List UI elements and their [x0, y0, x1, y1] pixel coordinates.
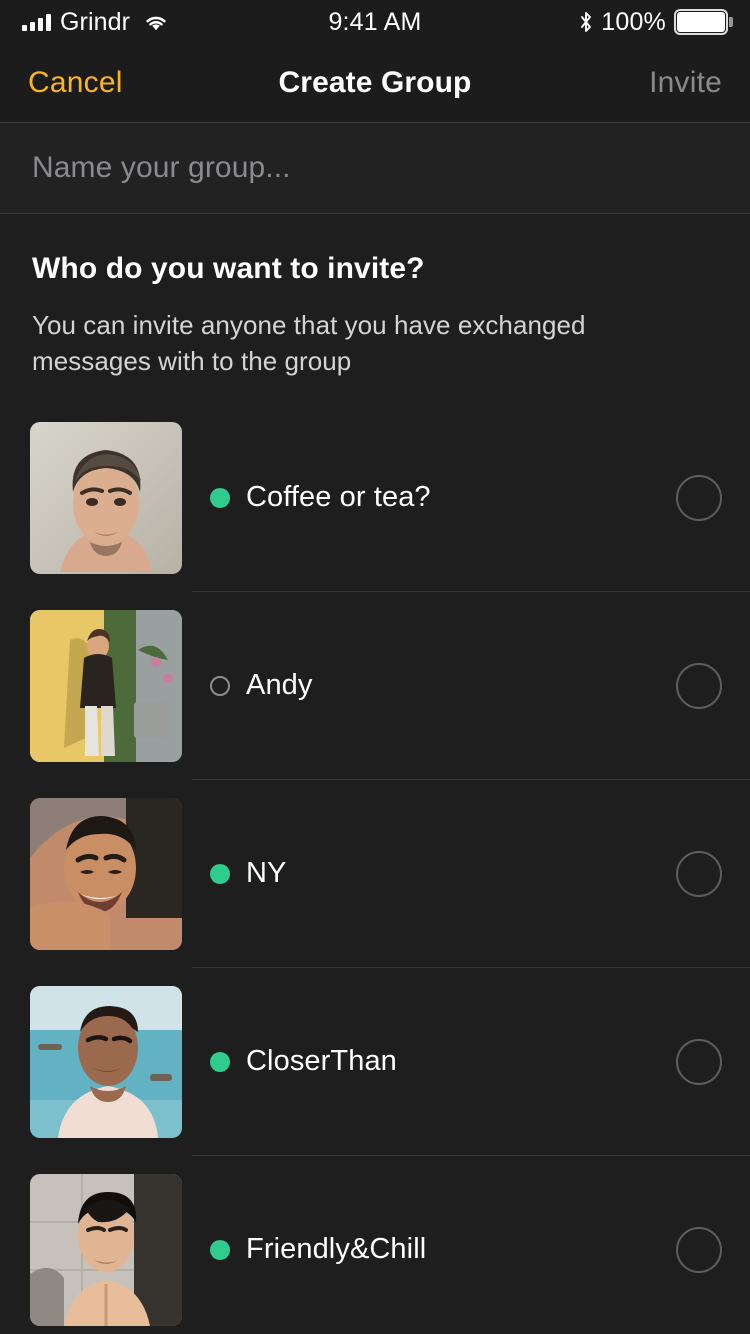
- online-dot-icon: [210, 1239, 230, 1260]
- clock: 9:41 AM: [328, 7, 422, 36]
- unchecked-circle-icon[interactable]: [676, 1226, 722, 1273]
- row-body: CloserThan: [210, 968, 750, 1156]
- row-body: Friendly&Chill: [210, 1156, 750, 1334]
- table-row[interactable]: Andy: [0, 592, 750, 780]
- contact-name: NY: [246, 857, 287, 890]
- contact-name: Friendly&Chill: [246, 1233, 427, 1266]
- invite-prompt-description: You can invite anyone that you have exch…: [32, 310, 586, 376]
- carrier-name: Grindr: [60, 7, 131, 36]
- unchecked-circle-icon[interactable]: [676, 850, 722, 897]
- invite-button[interactable]: Invite: [649, 66, 722, 100]
- table-row[interactable]: CloserThan: [0, 968, 750, 1156]
- table-row[interactable]: Coffee or tea?: [0, 404, 750, 592]
- online-dot-icon: [210, 1051, 230, 1072]
- unchecked-circle-icon[interactable]: [676, 474, 722, 521]
- invite-prompt-section: Who do you want to invite? You can invit…: [0, 214, 750, 404]
- status-bar-right: 100%: [579, 7, 733, 37]
- status-bar: Grindr 9:41 AM 100%: [0, 0, 750, 44]
- avatar: [30, 797, 182, 950]
- contact-name: Andy: [246, 669, 313, 702]
- row-body: Coffee or tea?: [210, 404, 750, 592]
- group-name-input[interactable]: [32, 151, 718, 185]
- table-row[interactable]: NY: [0, 780, 750, 968]
- battery-percent: 100%: [601, 7, 666, 36]
- group-name-field-container[interactable]: [0, 123, 750, 214]
- online-dot-icon: [210, 487, 230, 508]
- row-body: Andy: [210, 592, 750, 780]
- avatar: [30, 1173, 182, 1326]
- wifi-icon: [143, 13, 169, 32]
- unchecked-circle-icon[interactable]: [676, 662, 722, 709]
- row-body: NY: [210, 780, 750, 968]
- avatar: [30, 609, 182, 762]
- create-group-screen: Grindr 9:41 AM 100% Cancel Create Group …: [0, 0, 750, 1334]
- avatar: [30, 421, 182, 574]
- status-bar-left: Grindr: [22, 8, 169, 37]
- bluetooth-icon: [579, 11, 593, 33]
- contact-name: CloserThan: [246, 1045, 397, 1078]
- unchecked-circle-icon[interactable]: [676, 1038, 722, 1085]
- avatar: [30, 985, 182, 1138]
- cancel-button[interactable]: Cancel: [28, 66, 123, 100]
- cellular-signal-icon: [22, 13, 51, 31]
- contact-list: Coffee or tea? Andy NY CloserThan Friend…: [0, 403, 750, 1334]
- contact-name: Coffee or tea?: [246, 481, 431, 514]
- invite-prompt-heading: Who do you want to invite?: [32, 252, 425, 285]
- table-row[interactable]: Friendly&Chill: [0, 1156, 750, 1334]
- online-dot-icon: [210, 863, 230, 884]
- navigation-bar: Cancel Create Group Invite: [0, 44, 750, 123]
- offline-dot-icon: [210, 675, 230, 696]
- battery-full-icon: [674, 9, 733, 35]
